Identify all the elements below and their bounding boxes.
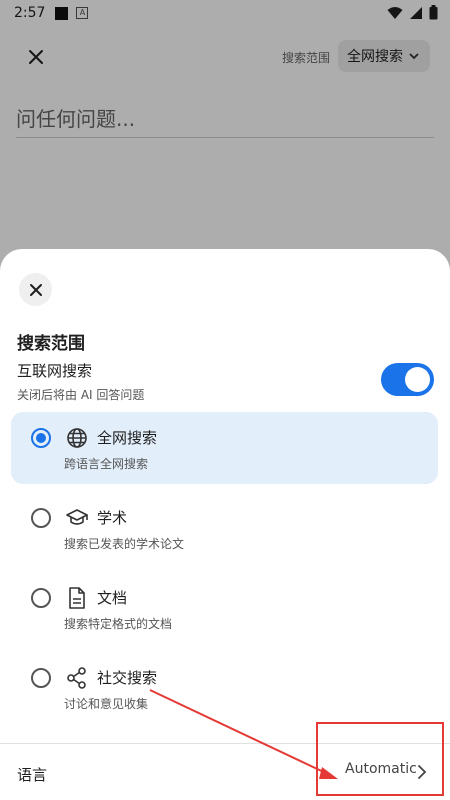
annotation-highlight-box [316,722,444,796]
graduation-cap-icon [65,506,89,530]
sheet-title: 搜索范围 [17,334,85,354]
close-icon [29,283,42,296]
globe-icon [65,426,89,450]
option-label: 学术 [97,509,128,527]
option-social[interactable]: 社交搜索 讨论和意见收集 [11,652,438,724]
document-icon [65,586,89,610]
toggle-knob [405,367,430,392]
option-label: 文档 [97,589,128,607]
option-label: 全网搜索 [97,429,158,447]
radio-social[interactable] [31,668,51,688]
option-description: 搜索特定格式的文档 [64,617,173,631]
web-search-label: 互联网搜索 [17,362,93,380]
option-description: 搜索已发表的学术论文 [64,537,185,551]
option-all-web[interactable]: 全网搜索 跨语言全网搜索 [11,412,438,484]
sheet-close-button[interactable] [19,273,52,306]
radio-documents[interactable] [31,588,51,608]
option-academic[interactable]: 学术 搜索已发表的学术论文 [11,492,438,564]
web-search-description: 关闭后将由 AI 回答问题 [17,388,145,402]
radio-all-web[interactable] [31,428,51,448]
web-search-toggle[interactable] [381,363,434,396]
search-scope-sheet: 搜索范围 互联网搜索 关闭后将由 AI 回答问题 全网搜索 跨语言全网搜索 学术… [0,249,450,800]
option-description: 跨语言全网搜索 [64,457,149,471]
option-label: 社交搜索 [97,669,158,687]
language-label: 语言 [17,766,48,784]
option-documents[interactable]: 文档 搜索特定格式的文档 [11,572,438,644]
option-description: 讨论和意见收集 [64,697,149,711]
radio-academic[interactable] [31,508,51,528]
share-icon [65,666,89,690]
